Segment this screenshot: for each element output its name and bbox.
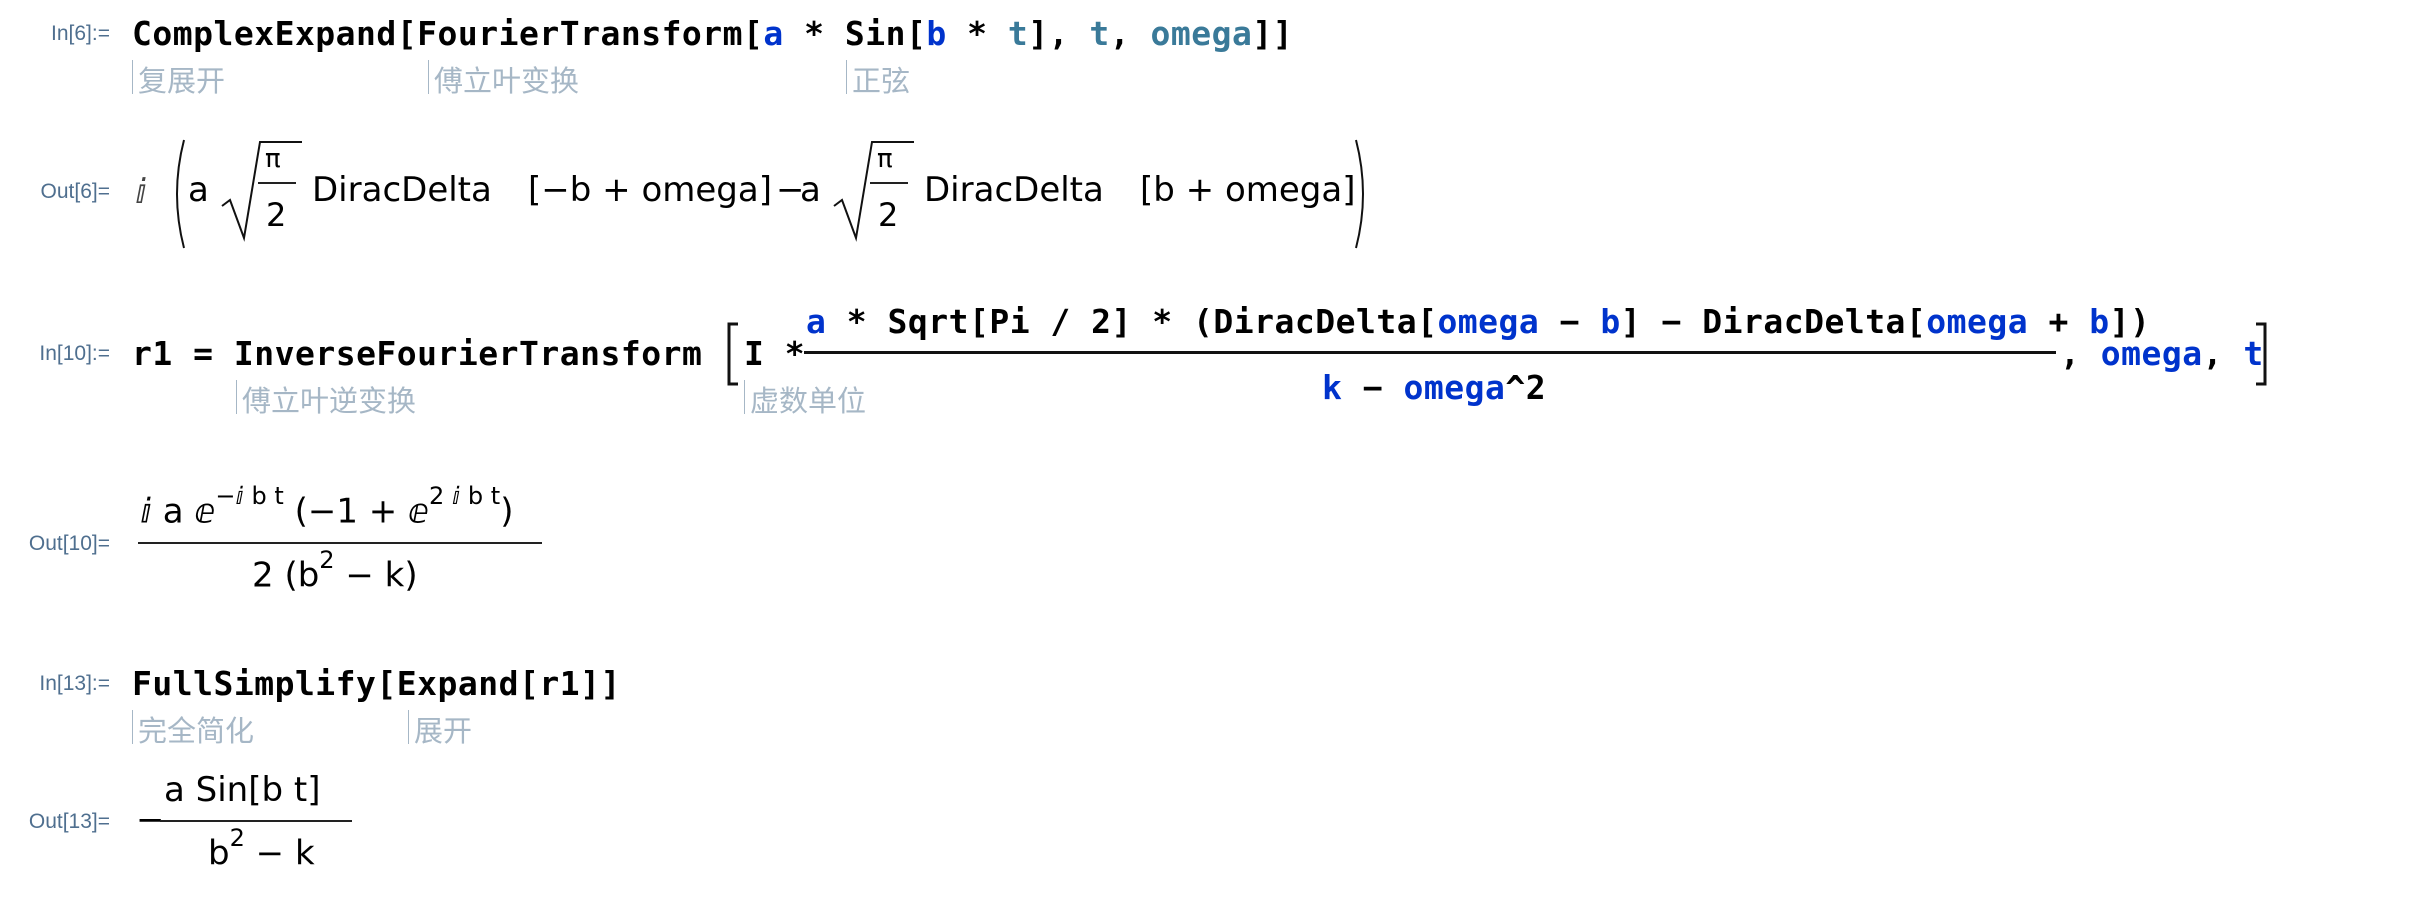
sym-r1: r1 [132, 334, 173, 373]
diracdelta-fn-1: DiracDelta[ [1213, 302, 1438, 341]
hint-sin: 正弦 [845, 58, 910, 100]
coef-a-1: a [188, 170, 209, 210]
in10-numerator: a * Sqrt[Pi / 2] * (DiracDelta[omega − b… [806, 302, 2151, 341]
expand-fn: Expand [396, 664, 520, 703]
dirac-arg-1: [−b + omega] [528, 170, 772, 210]
in13-label: In[13]:= [39, 672, 110, 695]
diracdelta-2: DiracDelta [924, 170, 1104, 210]
out10-label: Out[10]= [28, 532, 110, 555]
in6-code[interactable]: ComplexExpand[FourierTransform[a * Sin[b… [132, 14, 1293, 53]
pi-1: π [265, 144, 281, 174]
diracdelta-1: DiracDelta [312, 170, 492, 210]
dirac-arg-2: [b + omega] [1140, 170, 1356, 210]
hint-inversefouriertransform: 傅立叶逆变换 [235, 378, 416, 420]
out10-fraction-bar [138, 542, 542, 544]
in10-fraction-bar [804, 351, 2056, 354]
diracdelta-fn-2: DiracDelta[ [1702, 302, 1927, 341]
fullsimplify-fn: FullSimplify [132, 664, 377, 703]
hint-fouriertransform: 傅立叶变换 [427, 58, 579, 100]
frac-bar-1 [258, 182, 296, 184]
in10-rest: , omega, t [2060, 334, 2264, 373]
output-cell-13: Out[13]= − a Sin[b t] b2 − k [0, 760, 2436, 890]
output-cell-6: Out[6]= ⅈ a π 2 DiracDelta [−b + omega] … [0, 120, 2436, 270]
out13-fraction-bar [160, 820, 352, 822]
inversefouriertransform-fn: InverseFourierTransform [233, 334, 703, 373]
out10-denominator: 2 (b2 − k) [252, 546, 418, 596]
input-cell-10[interactable]: In[10]:= r1 = InverseFourierTransform I … [0, 290, 2436, 430]
hint-fullsimplify: 完全简化 [131, 708, 254, 750]
sym-a: a [763, 14, 784, 53]
sqrt-sign-2 [833, 141, 914, 242]
input-cell-13[interactable]: In[13]:= FullSimplify[Expand[r1]] 完全简化 展… [0, 660, 2436, 760]
big-left-bracket [727, 322, 738, 386]
coef-a-2: a [800, 170, 821, 210]
output-cell-10: Out[10]= ⅈ a ⅇ−ⅈ b t (−1 + ⅇ2 ⅈ b t) 2 (… [0, 470, 2436, 610]
input-cell-6[interactable]: In[6]:= ComplexExpand[FourierTransform[a… [0, 0, 2436, 110]
sym-I: I [744, 334, 765, 373]
sym-r1-ref: r1 [539, 664, 581, 703]
sym-t: t [1007, 14, 1029, 53]
out13-denominator: b2 − k [208, 824, 315, 874]
in10-lhs[interactable]: r1 = InverseFourierTransform [132, 334, 702, 373]
big-right-bracket [2256, 322, 2267, 386]
sqrt-fn: Sqrt[Pi / 2] [887, 302, 1132, 341]
in6-label: In[6]:= [51, 22, 110, 45]
sym-b: b [926, 14, 947, 53]
in13-code[interactable]: FullSimplify[Expand[r1]] [132, 664, 621, 703]
imaginary-i: ⅈ [135, 172, 147, 212]
pi-2: π [877, 144, 893, 174]
hint-imaginary-unit: 虚数单位 [743, 378, 866, 420]
in10-imag: I * [744, 334, 806, 373]
two-2: 2 [878, 196, 899, 234]
hint-complexexpand: 复展开 [131, 58, 225, 100]
complexexpand-fn: ComplexExpand [132, 14, 397, 53]
sym-t-2: t [1089, 14, 1110, 53]
out10-numerator: ⅈ a ⅇ−ⅈ b t (−1 + ⅇ2 ⅈ b t) [140, 482, 514, 532]
out13-numerator: a Sin[b t] [164, 770, 321, 810]
left-paren [176, 139, 185, 249]
in10-label: In[10]:= [39, 342, 110, 365]
sqrt-sign-1 [221, 141, 302, 242]
fouriertransform-fn: FourierTransform [417, 14, 744, 53]
frac-bar-2 [870, 182, 908, 184]
sin-fn: Sin [844, 14, 907, 53]
out13-label: Out[13]= [28, 810, 110, 833]
two-1: 2 [266, 196, 287, 234]
hint-expand: 展开 [407, 708, 472, 750]
sym-omega: omega [1150, 14, 1253, 53]
out6-label: Out[6]= [40, 180, 110, 203]
in10-denominator: k − omega^2 [1322, 368, 1547, 407]
right-paren [1355, 139, 1364, 249]
